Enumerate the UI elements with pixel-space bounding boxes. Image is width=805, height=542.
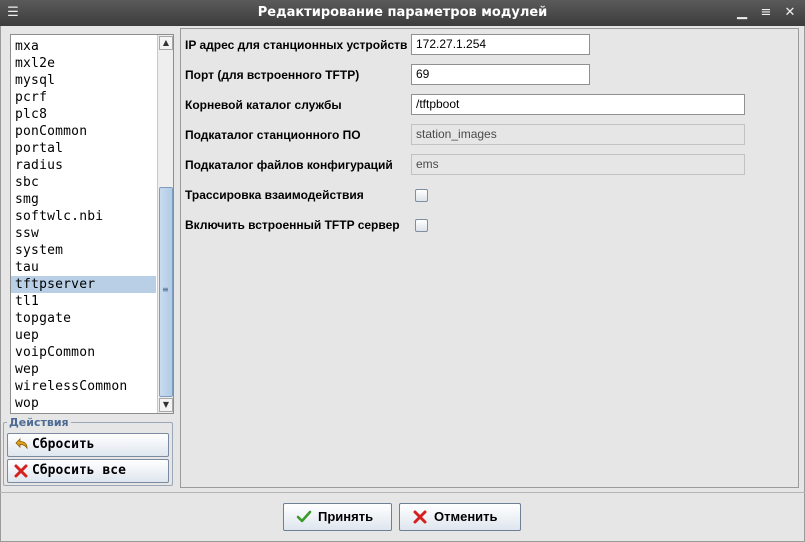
module-list-item[interactable]: plc8 (11, 106, 156, 123)
module-list-item[interactable]: wop (11, 395, 156, 412)
module-list-item[interactable]: wirelessCommon (11, 378, 156, 395)
accept-button-label: Принять (318, 509, 374, 524)
module-list-item[interactable]: tftpserver (11, 276, 156, 293)
scroll-down-icon[interactable]: ▼ (159, 398, 173, 412)
station-sub-label: Подкаталог станционного ПО (185, 128, 361, 142)
red-x-icon (412, 509, 428, 525)
tftp-enable-label: Включить встроенный TFTP сервер (185, 218, 400, 232)
actions-legend: Действия (7, 416, 71, 429)
module-list[interactable]: mxa mxl2e mysql pcrf plc8 ponCommon portal radi… (10, 34, 174, 414)
cancel-button-label: Отменить (434, 509, 498, 524)
reset-button[interactable]: Сбросить (7, 433, 169, 457)
module-list-item[interactable]: ssw (11, 225, 156, 242)
maximize-icon[interactable]: ≡ (757, 4, 775, 22)
ip-input[interactable]: 172.27.1.254 (411, 34, 590, 55)
module-list-item[interactable]: radius (11, 157, 156, 174)
module-list-item[interactable]: smg (11, 191, 156, 208)
bottom-separator (0, 492, 805, 493)
module-list-item[interactable]: mxa (11, 38, 156, 55)
module-list-item[interactable]: ponCommon (11, 123, 156, 140)
config-subdir-input: ems (411, 154, 745, 175)
station-subdir-input: station_images (411, 124, 745, 145)
module-list-item[interactable]: wep (11, 361, 156, 378)
module-list-item[interactable]: uep (11, 327, 156, 344)
grip-icon: ≡ (162, 285, 169, 294)
module-list-item[interactable]: voipCommon (11, 344, 156, 361)
module-settings-form: IP адрес для станционных устройств 172.2… (180, 28, 799, 488)
module-list-item[interactable]: mysql (11, 72, 156, 89)
ip-label: IP адрес для станционных устройств (185, 38, 408, 52)
trace-label: Трассировка взаимодействия (185, 188, 364, 202)
module-list-item[interactable]: system (11, 242, 156, 259)
module-list-items: mxa mxl2e mysql pcrf plc8 ponCommon portal radi… (11, 38, 156, 412)
module-list-item[interactable]: tau (11, 259, 156, 276)
scroll-thumb[interactable]: ≡ (159, 187, 173, 397)
module-list-scrollbar[interactable]: ▲ ≡ ▼ (157, 35, 173, 413)
reset-button-label: Сбросить (32, 437, 95, 452)
undo-arrow-icon (13, 437, 29, 453)
module-list-item[interactable]: portal (11, 140, 156, 157)
module-list-item[interactable]: mxl2e (11, 55, 156, 72)
module-list-item[interactable]: topgate (11, 310, 156, 327)
reset-all-button[interactable]: Сбросить все (7, 459, 169, 483)
module-list-item[interactable]: softwlc.nbi (11, 208, 156, 225)
trace-checkbox[interactable] (415, 189, 428, 202)
port-label: Порт (для встроенного TFTP) (185, 68, 360, 82)
checkmark-icon (296, 509, 312, 525)
cancel-button[interactable]: Отменить (399, 503, 521, 531)
module-list-item[interactable]: pcrf (11, 89, 156, 106)
actions-group: Действия Сбросить Сбросить все (3, 416, 173, 486)
module-list-item[interactable]: tl1 (11, 293, 156, 310)
tftp-enable-checkbox[interactable] (415, 219, 428, 232)
root-dir-input[interactable]: /tftpboot (411, 94, 745, 115)
title-bar: ☰ Редактирование параметров модулей ▁ ≡ … (0, 0, 805, 26)
window-title: Редактирование параметров модулей (257, 5, 548, 20)
config-sub-label: Подкаталог файлов конфигураций (185, 158, 393, 172)
port-input[interactable]: 69 (411, 64, 590, 85)
scroll-up-icon[interactable]: ▲ (159, 36, 173, 50)
root-label: Корневой каталог службы (185, 98, 342, 112)
red-x-icon (13, 463, 29, 479)
reset-all-button-label: Сбросить все (32, 463, 126, 478)
accept-button[interactable]: Принять (283, 503, 392, 531)
module-list-item[interactable]: sbc (11, 174, 156, 191)
minimize-icon[interactable]: ▁ (733, 4, 751, 22)
close-icon[interactable]: ✕ (781, 4, 799, 22)
